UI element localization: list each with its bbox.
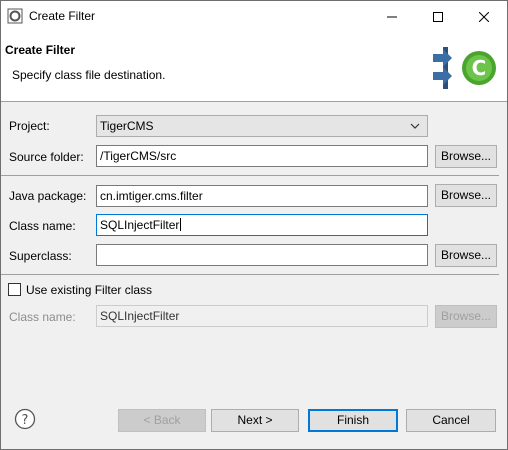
header-description: Specify class file destination.: [12, 68, 166, 82]
class-name-value: SQLInjectFilter: [100, 218, 180, 232]
use-existing-label[interactable]: Use existing Filter class: [26, 283, 152, 297]
use-existing-checkbox[interactable]: [8, 283, 21, 296]
java-package-label: Java package:: [9, 189, 87, 203]
create-filter-dialog: Create Filter Create Filter Specify clas…: [0, 0, 508, 450]
superclass-browse-button[interactable]: Browse...: [435, 244, 497, 267]
project-label: Project:: [9, 119, 50, 133]
maximize-button[interactable]: [415, 1, 461, 32]
close-button[interactable]: [461, 1, 507, 32]
wizard-header: Create Filter Specify class file destina…: [1, 32, 507, 102]
existing-class-name-field: SQLInjectFilter: [96, 305, 428, 327]
chevron-down-icon: [410, 123, 420, 129]
next-button[interactable]: Next >: [211, 409, 299, 432]
existing-class-name-label: Class name:: [9, 310, 76, 324]
source-folder-field[interactable]: /TigerCMS/src: [96, 145, 428, 167]
java-package-browse-button[interactable]: Browse...: [435, 184, 497, 207]
finish-button[interactable]: Finish: [308, 409, 398, 432]
class-name-field[interactable]: SQLInjectFilter: [96, 214, 428, 236]
cancel-button[interactable]: Cancel: [406, 409, 496, 432]
help-icon[interactable]: ?: [14, 408, 36, 430]
separator: [1, 175, 499, 176]
title-bar: Create Filter: [1, 1, 507, 32]
project-dropdown[interactable]: TigerCMS: [96, 115, 428, 137]
existing-class-name-value: SQLInjectFilter: [100, 309, 180, 323]
eclipse-app-icon: [7, 8, 23, 24]
minimize-button[interactable]: [369, 1, 415, 32]
source-folder-browse-button[interactable]: Browse...: [435, 145, 497, 168]
superclass-field[interactable]: [96, 244, 428, 266]
back-button[interactable]: < Back: [118, 409, 206, 432]
svg-text:?: ?: [22, 413, 29, 428]
existing-class-browse-button: Browse...: [435, 305, 497, 328]
superclass-label: Superclass:: [9, 249, 72, 263]
source-folder-label: Source folder:: [9, 150, 84, 164]
minimize-icon: [387, 16, 397, 17]
window-title: Create Filter: [29, 9, 96, 23]
maximize-icon: [433, 11, 443, 22]
separator: [1, 274, 499, 275]
java-package-value: cn.imtiger.cms.filter: [100, 189, 203, 203]
java-package-field[interactable]: cn.imtiger.cms.filter: [96, 185, 428, 207]
svg-text:C: C: [472, 56, 487, 80]
class-name-label: Class name:: [9, 219, 76, 233]
source-folder-value: /TigerCMS/src: [100, 149, 177, 163]
header-title: Create Filter: [5, 43, 76, 57]
close-icon: [479, 11, 489, 22]
text-caret: [180, 218, 182, 231]
new-filter-wizard-icon: C: [433, 47, 496, 89]
project-value: TigerCMS: [100, 119, 154, 133]
